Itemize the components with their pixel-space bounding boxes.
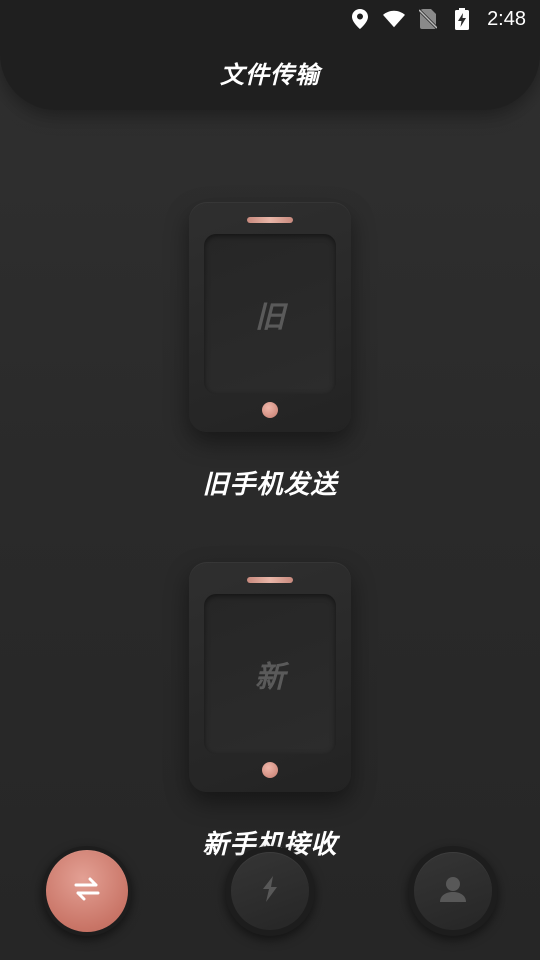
user-icon: [439, 876, 467, 906]
nav-transfer-button[interactable]: [42, 846, 132, 936]
phone-speaker: [247, 577, 293, 583]
phone-home-button: [262, 762, 278, 778]
nav-lightning-button[interactable]: [225, 846, 315, 936]
new-phone-receive-card[interactable]: 新: [189, 562, 351, 792]
old-phone-send-label[interactable]: 旧手机发送: [0, 464, 540, 501]
phone-speaker: [247, 217, 293, 223]
old-phone-send-card[interactable]: 旧: [189, 202, 351, 432]
battery-charging-icon: [451, 8, 473, 30]
status-bar: 2:48: [0, 0, 540, 38]
nav-profile-button[interactable]: [408, 846, 498, 936]
phone-screen: 新: [204, 594, 336, 754]
location-icon: [349, 8, 371, 30]
status-time: 2:48: [487, 7, 526, 30]
old-phone-screen-label: 旧: [255, 300, 285, 335]
wifi-icon: [383, 8, 406, 30]
new-phone-screen-label: 新: [255, 660, 285, 695]
no-sim-icon: [417, 8, 439, 30]
phone-screen: 旧: [204, 234, 336, 394]
page-title: 文件传输: [220, 61, 320, 89]
phone-home-button: [262, 402, 278, 418]
lightning-icon: [259, 875, 281, 907]
transfer-arrows-icon: [73, 877, 101, 905]
